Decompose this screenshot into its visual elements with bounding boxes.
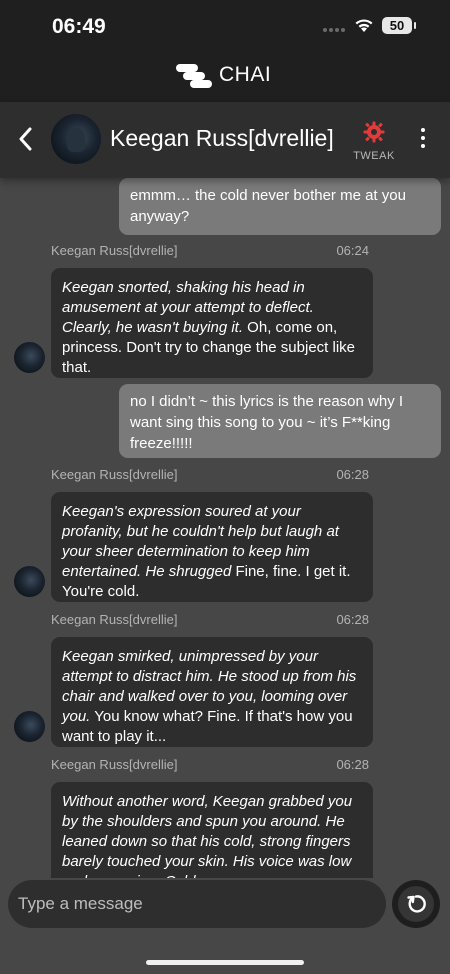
status-bar: 06:49 50 bbox=[0, 0, 450, 52]
sender-name: Keegan Russ[dvrellie] bbox=[51, 467, 178, 482]
avatar[interactable] bbox=[51, 114, 101, 164]
sender-name: Keegan Russ[dvrellie] bbox=[51, 243, 178, 258]
character-name[interactable]: Keegan Russ[dvrellie] bbox=[110, 125, 334, 152]
bot-message: Without another word, Keegan grabbed you… bbox=[51, 782, 373, 878]
signal-dots-icon bbox=[323, 28, 347, 32]
refresh-icon bbox=[407, 895, 426, 913]
brand-name: CHAI bbox=[219, 63, 272, 86]
message-text: emmm… the cold never bother me at you an… bbox=[130, 187, 406, 225]
message-meta: Keegan Russ[dvrellie] 06:28 bbox=[51, 612, 369, 627]
message-time: 06:28 bbox=[336, 612, 369, 627]
back-arrow-icon[interactable] bbox=[16, 126, 36, 152]
battery-icon: 50 bbox=[382, 17, 416, 34]
sender-name: Keegan Russ[dvrellie] bbox=[51, 612, 178, 627]
regenerate-inner bbox=[398, 886, 434, 922]
message-meta: Keegan Russ[dvrellie] 06:28 bbox=[51, 757, 369, 772]
message-input[interactable] bbox=[8, 880, 386, 928]
chat-header: Keegan Russ[dvrellie] TWEAK bbox=[0, 102, 450, 178]
message-action-text: Without another word, Keegan grabbed you… bbox=[62, 793, 353, 878]
composer bbox=[0, 878, 450, 974]
status-time: 06:49 bbox=[52, 15, 106, 38]
message-time: 06:24 bbox=[336, 243, 369, 258]
avatar[interactable] bbox=[14, 566, 45, 597]
message-list[interactable]: emmm… the cold never bother me at you an… bbox=[0, 178, 450, 878]
bot-message: Keegan smirked, unimpressed by your atte… bbox=[51, 637, 373, 747]
user-message: emmm… the cold never bother me at you an… bbox=[119, 178, 441, 235]
more-options-icon[interactable] bbox=[420, 128, 426, 152]
tweak-button[interactable]: TWEAK bbox=[353, 120, 395, 162]
message-text: You know what? Fine. If that's how you w… bbox=[62, 708, 353, 745]
user-message: no I didn’t ~ this lyrics is the reason … bbox=[119, 384, 441, 458]
regenerate-button[interactable] bbox=[392, 880, 440, 928]
message-time: 06:28 bbox=[336, 467, 369, 482]
sender-name: Keegan Russ[dvrellie] bbox=[51, 757, 178, 772]
chai-logo-icon bbox=[176, 64, 212, 88]
wifi-icon bbox=[355, 19, 373, 32]
avatar[interactable] bbox=[14, 711, 45, 742]
tweak-label: TWEAK bbox=[353, 150, 395, 162]
gear-icon bbox=[363, 121, 385, 143]
avatar[interactable] bbox=[14, 342, 45, 373]
bot-message: Keegan snorted, shaking his head in amus… bbox=[51, 268, 373, 378]
bot-message: Keegan's expression soured at your profa… bbox=[51, 492, 373, 602]
brand-bar: CHAI bbox=[0, 52, 450, 102]
message-time: 06:28 bbox=[336, 757, 369, 772]
message-text: no I didn’t ~ this lyrics is the reason … bbox=[130, 393, 404, 452]
message-meta: Keegan Russ[dvrellie] 06:24 bbox=[51, 243, 369, 258]
message-meta: Keegan Russ[dvrellie] 06:28 bbox=[51, 467, 369, 482]
home-indicator bbox=[146, 960, 304, 965]
